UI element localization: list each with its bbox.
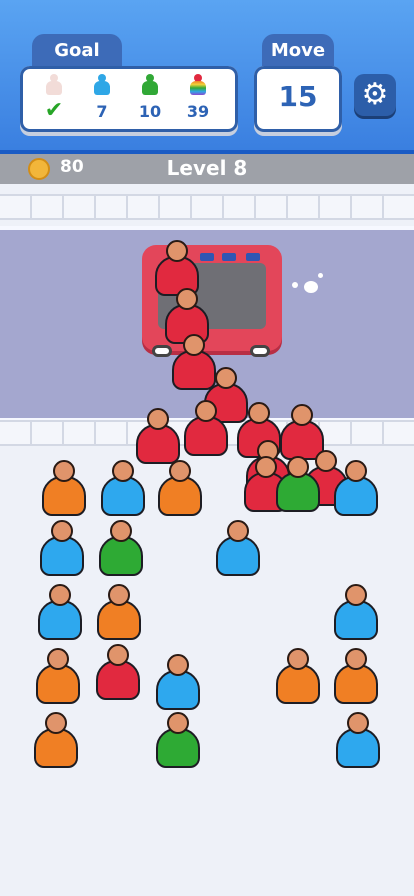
goal-tab: Goal xyxy=(32,34,122,68)
checkmark-icon: ✔ xyxy=(44,98,64,123)
person-orange[interactable] xyxy=(42,460,86,516)
person-red[interactable] xyxy=(136,408,180,464)
move-panel: 15 xyxy=(254,66,342,132)
goal-item-rainbow: 39 xyxy=(178,74,218,121)
person-icon xyxy=(140,74,160,100)
exhaust-smoke xyxy=(318,273,323,278)
goal-count: 39 xyxy=(186,102,210,121)
person-orange[interactable] xyxy=(158,460,202,516)
person-blue[interactable] xyxy=(40,520,84,576)
person-blue[interactable] xyxy=(38,584,82,640)
settings-button[interactable]: ⚙ xyxy=(354,74,396,116)
person-blue[interactable] xyxy=(336,712,380,768)
person-icon xyxy=(44,74,64,100)
person-blue[interactable] xyxy=(216,520,260,576)
person-red[interactable] xyxy=(184,400,228,456)
move-label: Move xyxy=(270,40,326,61)
person-orange[interactable] xyxy=(334,648,378,704)
gear-icon: ⚙ xyxy=(361,77,389,112)
person-blue[interactable] xyxy=(334,584,378,640)
person-red[interactable] xyxy=(96,644,140,700)
person-orange[interactable] xyxy=(34,712,78,768)
level-title: Level 8 xyxy=(166,156,248,180)
exhaust-smoke xyxy=(292,282,298,288)
goal-panel: ✔ 7 10 39 xyxy=(20,66,238,132)
person-green[interactable] xyxy=(156,712,200,768)
move-count: 15 xyxy=(278,80,318,113)
goal-count: 7 xyxy=(96,102,108,121)
person-blue[interactable] xyxy=(156,654,200,710)
person-icon xyxy=(92,74,112,100)
move-tab: Move xyxy=(262,34,334,68)
person-green[interactable] xyxy=(276,456,320,512)
exhaust-smoke xyxy=(304,281,318,293)
sidewalk-top xyxy=(0,194,414,220)
person-icon xyxy=(188,74,208,100)
person-blue[interactable] xyxy=(101,460,145,516)
goal-item-blue: 7 xyxy=(82,74,122,121)
person-orange[interactable] xyxy=(36,648,80,704)
person-orange[interactable] xyxy=(276,648,320,704)
person-blue[interactable] xyxy=(334,460,378,516)
person-orange[interactable] xyxy=(97,584,141,640)
goal-item-green: 10 xyxy=(130,74,170,121)
person-green[interactable] xyxy=(99,520,143,576)
goal-count: 10 xyxy=(138,102,162,121)
goal-label: Goal xyxy=(54,40,100,61)
goal-item-skin: ✔ xyxy=(34,74,74,122)
